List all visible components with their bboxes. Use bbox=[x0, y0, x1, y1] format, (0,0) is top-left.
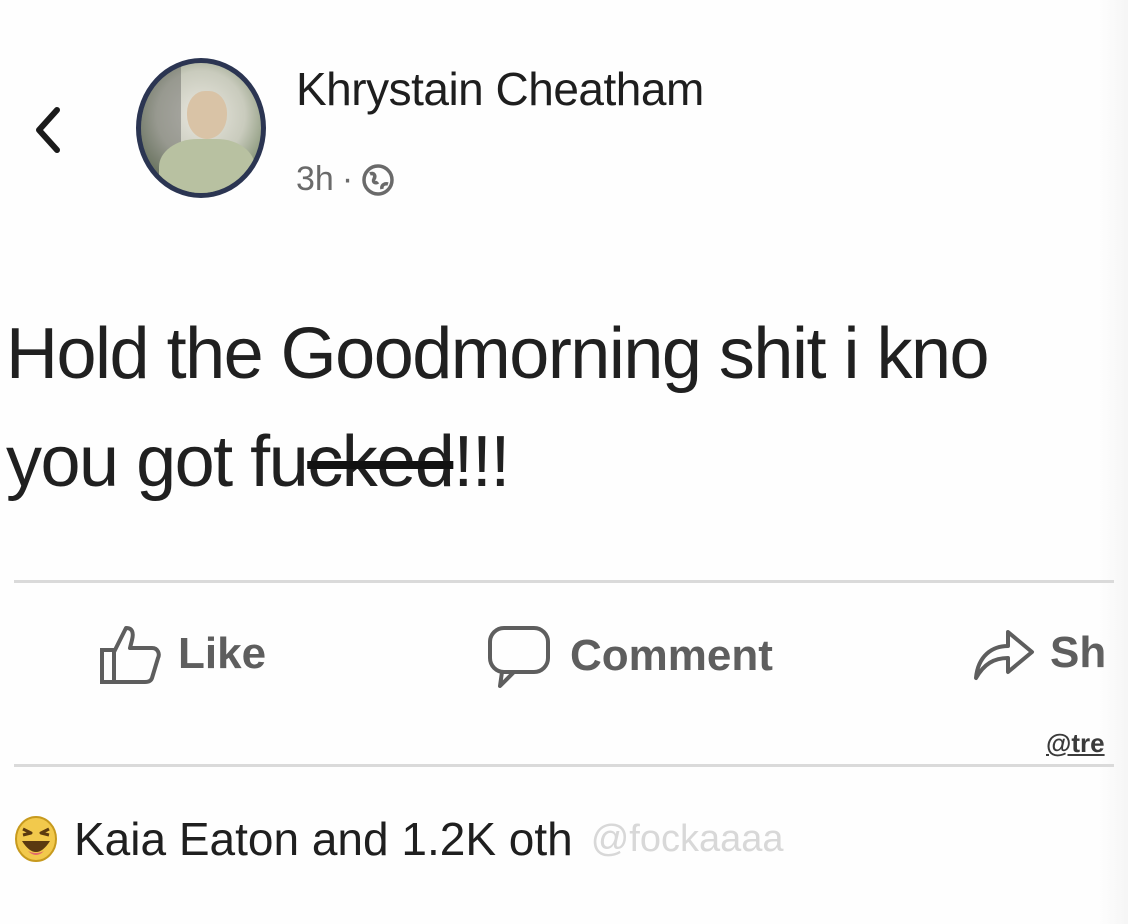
reactions-summary[interactable]: Kaia Eaton and 1.2K oth @fockaaaa bbox=[14, 812, 784, 866]
comment-label: Comment bbox=[570, 631, 773, 680]
post-line-1: Hold the Goodmorning shit i kno bbox=[6, 314, 990, 394]
reactions-text: Kaia Eaton and 1.2K oth bbox=[74, 813, 573, 865]
like-button[interactable]: Like bbox=[96, 620, 266, 688]
creator-watermark: @tre bbox=[1046, 728, 1105, 758]
meta-separator: · bbox=[341, 160, 354, 198]
post-line-2-suffix: !!! bbox=[453, 422, 510, 502]
comment-bubble-icon bbox=[488, 626, 550, 688]
chevron-left-icon bbox=[36, 107, 60, 153]
divider-bottom bbox=[14, 764, 1114, 767]
share-arrow-icon bbox=[974, 630, 1034, 680]
post-body: Hold the Goodmorning shit i kno you got … bbox=[6, 300, 1126, 516]
faded-watermark: @fockaaaa bbox=[590, 817, 784, 860]
post-meta: 3h · bbox=[296, 160, 395, 199]
comment-button[interactable]: Comment bbox=[484, 620, 773, 692]
thumbs-up-icon bbox=[100, 626, 161, 684]
back-button[interactable] bbox=[24, 100, 72, 160]
like-label: Like bbox=[178, 629, 267, 678]
edge-shade bbox=[1098, 0, 1128, 924]
post-line-2-prefix: you got fu bbox=[6, 422, 309, 502]
post-timestamp[interactable]: 3h bbox=[296, 160, 334, 199]
censored-word: cked bbox=[307, 422, 455, 502]
globe-icon bbox=[362, 163, 394, 196]
avatar[interactable] bbox=[136, 58, 266, 198]
haha-icon bbox=[15, 816, 57, 862]
post-screenshot: Khrystain Cheatham 3h · Hold the Goodmor… bbox=[0, 0, 1128, 924]
share-button[interactable]: Sh bbox=[970, 620, 1106, 686]
author-name[interactable]: Khrystain Cheatham bbox=[296, 62, 704, 116]
divider-top bbox=[14, 580, 1114, 583]
post-line-2: you got fucked!!! bbox=[6, 408, 1126, 516]
